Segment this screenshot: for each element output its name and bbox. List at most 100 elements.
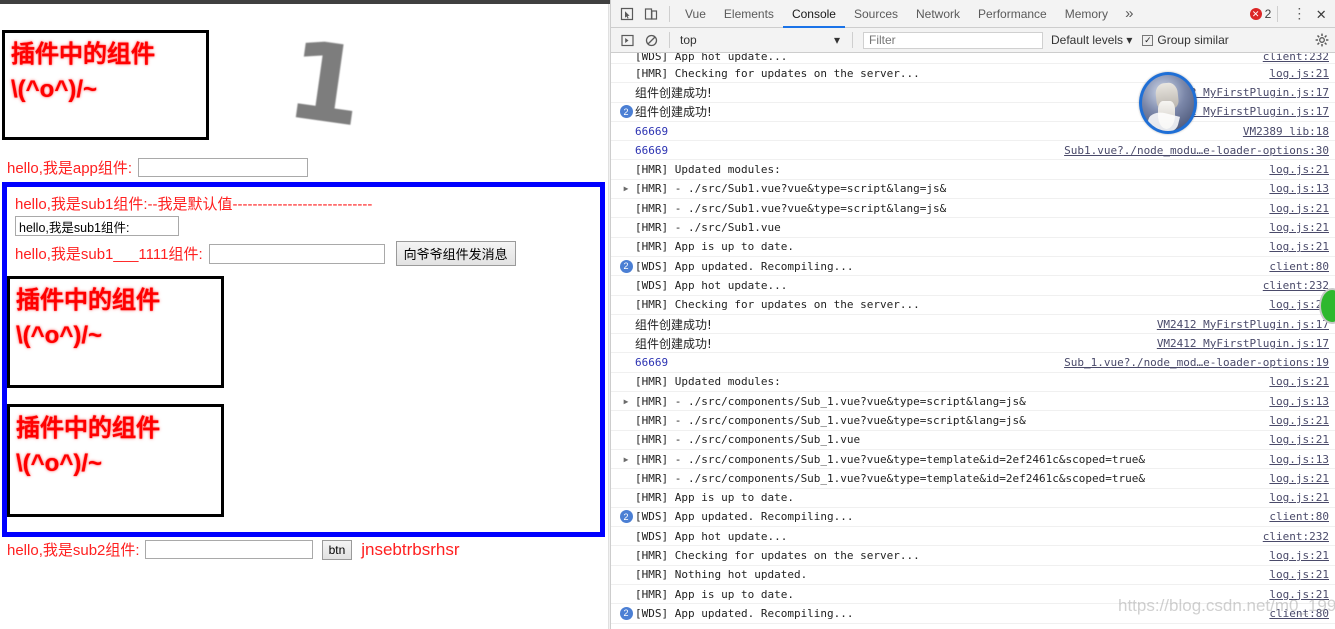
tab-elements[interactable]: Elements	[715, 0, 783, 28]
error-count-badge[interactable]: ✕ 2	[1249, 7, 1272, 21]
console-row[interactable]: [HMR] - ./src/components/Sub_1.vue?vue&t…	[611, 411, 1335, 431]
console-source-link[interactable]: client:232	[1263, 626, 1329, 628]
console-row[interactable]: 组件创建成功! VM2412 MyFirstPlugin.js:17	[611, 83, 1335, 103]
console-source-link[interactable]: client:232	[1263, 53, 1329, 63]
tab-vue[interactable]: Vue	[676, 0, 715, 28]
console-row[interactable]: [HMR] App is up to date. log.js:21	[611, 238, 1335, 257]
device-toolbar-icon[interactable]	[639, 2, 663, 26]
console-row[interactable]: [HMR] - ./src/components/Sub_1.vue log.js…	[611, 431, 1335, 450]
console-row[interactable]: 2 [WDS] App updated. Recompiling... client…	[611, 257, 1335, 277]
gear-icon[interactable]	[1313, 31, 1331, 49]
console-row[interactable]: 组件创建成功! VM2412 MyFirstPlugin.js:17	[611, 334, 1335, 354]
console-row[interactable]: 2 [WDS] App updated. Recompiling... client…	[611, 508, 1335, 528]
page-top-chrome-bar	[0, 0, 610, 4]
tab-network[interactable]: Network	[907, 0, 969, 28]
sub2-input[interactable]	[144, 540, 313, 559]
console-row[interactable]: [HMR] - ./src/components/Sub_1.vue?vue&t…	[611, 469, 1335, 489]
console-message-text: [HMR] - ./src/components/Sub_1.vue?vue&t…	[635, 452, 1145, 466]
console-source-link[interactable]: client:80	[1269, 260, 1329, 273]
console-source-link[interactable]: VM2412 MyFirstPlugin.js:17	[1157, 318, 1329, 331]
group-similar-label: Group similar	[1157, 33, 1229, 47]
console-source-link[interactable]: log.js:21	[1269, 67, 1329, 80]
console-row[interactable]: [HMR] Checking for updates on the server…	[611, 296, 1335, 315]
console-message-list[interactable]: [WDS] App hot update... client:232 [HMR] C…	[611, 53, 1335, 628]
console-source-link[interactable]: log.js:21	[1269, 375, 1329, 388]
console-source-link[interactable]: log.js:13	[1269, 453, 1329, 466]
console-source-link[interactable]: VM2412 MyFirstPlugin.js:17	[1157, 337, 1329, 350]
console-source-link[interactable]: log.js:21	[1269, 163, 1329, 176]
watermark-text: https://blog.csdn.net/m0_1994	[1118, 596, 1335, 615]
clear-console-icon[interactable]	[639, 28, 663, 52]
console-row[interactable]: 66669 VM2389 lib:18	[611, 122, 1335, 142]
console-row[interactable]: [WDS] App hot update...client:232	[611, 527, 1335, 547]
sub1-inner-input[interactable]	[15, 216, 179, 236]
console-source-link[interactable]: log.js:21	[1269, 549, 1329, 562]
console-row[interactable]: ▶ [HMR] - ./src/Sub1.vue?vue&type=script&…	[611, 180, 1335, 200]
console-row[interactable]: [HMR] Updated modules: log.js:21	[611, 373, 1335, 393]
console-source-link[interactable]: log.js:21	[1269, 433, 1329, 446]
console-source-link[interactable]: log.js:21	[1269, 240, 1329, 253]
console-source-link[interactable]: log.js:21	[1269, 491, 1329, 504]
console-message-text: [HMR] - ./src/components/Sub_1.vue?vue&t…	[635, 413, 1026, 427]
expand-arrow-icon[interactable]: ▶	[617, 455, 635, 464]
error-count-label: 2	[1264, 7, 1272, 21]
console-source-link[interactable]: log.js:21	[1269, 221, 1329, 234]
plugin-box-face: \(^o^)/~	[11, 76, 98, 103]
tab-memory[interactable]: Memory	[1056, 0, 1117, 28]
inspect-element-icon[interactable]	[615, 2, 639, 26]
console-message-text: [HMR] Checking for updates on the server…	[635, 298, 920, 312]
console-row[interactable]: 66669 Sub_1.vue?./node_mod…e-loader-optio…	[611, 353, 1335, 373]
console-message-text: [HMR] - ./src/Sub1.vue?vue&type=script&l…	[635, 182, 947, 196]
console-row[interactable]: [HMR] Nothing hot updated. log.js:21	[611, 566, 1335, 586]
console-source-link[interactable]: client:232	[1263, 279, 1329, 292]
console-source-link[interactable]: client:80	[1269, 510, 1329, 523]
tab-sources[interactable]: Sources	[845, 0, 907, 28]
console-row[interactable]: [WDS] App hot update...client:232	[611, 53, 1335, 64]
sub1-component-panel: hello,我是sub1组件:--我是默认值------------------…	[2, 182, 605, 537]
console-source-link[interactable]: VM2389 lib:18	[1243, 125, 1329, 138]
console-row[interactable]: 2 组件创建成功! VM2412 MyFirstPlugin.js:17	[611, 103, 1335, 122]
console-row[interactable]: [HMR] - ./src/Sub1.vue log.js:21	[611, 218, 1335, 238]
console-row[interactable]: ▶ [HMR] - ./src/components/Sub_1.vue?vue&…	[611, 392, 1335, 412]
console-source-link[interactable]: client:232	[1263, 530, 1329, 543]
console-source-link[interactable]: log.js:13	[1269, 395, 1329, 408]
console-row[interactable]: [HMR] App is up to date. log.js:21	[611, 489, 1335, 508]
group-similar-checkbox[interactable]: ✓	[1142, 34, 1154, 46]
repeat-count-badge: 2	[617, 606, 635, 620]
tab-performance[interactable]: Performance	[969, 0, 1056, 28]
console-source-link[interactable]: log.js:21	[1269, 568, 1329, 581]
console-source-link[interactable]: log.js:13	[1269, 182, 1329, 195]
console-source-link[interactable]: Sub_1.vue?./node_mod…e-loader-options:19	[1064, 356, 1329, 369]
tab-console[interactable]: Console	[782, 0, 845, 28]
sub1-message-input[interactable]	[208, 243, 385, 264]
devtools-menu-icon[interactable]: ⋮	[1284, 7, 1314, 21]
console-row[interactable]: [WDS] App hot update...client:232	[611, 624, 1335, 628]
avatar	[1139, 72, 1197, 134]
expand-arrow-icon[interactable]: ▶	[617, 397, 635, 406]
console-row[interactable]: [WDS] App hot update...client:232	[611, 276, 1335, 296]
sub2-btn[interactable]: btn	[321, 539, 353, 560]
console-source-link[interactable]: Sub1.vue?./node_modu…e-loader-options:30	[1064, 144, 1329, 157]
more-tabs-icon[interactable]: »	[1117, 5, 1141, 22]
devtools-tabbar: Vue Elements Console Sources Network Per…	[611, 0, 1335, 28]
console-filter-input[interactable]	[863, 31, 1043, 49]
execution-context-icon[interactable]	[615, 28, 639, 52]
log-levels-select[interactable]: Default levels ▾	[1051, 33, 1132, 47]
app-input[interactable]	[138, 158, 309, 177]
execution-context-select[interactable]: top ▾	[676, 33, 846, 47]
console-row[interactable]: 组件创建成功! VM2412 MyFirstPlugin.js:17	[611, 315, 1335, 335]
console-row[interactable]: ▶ [HMR] - ./src/components/Sub_1.vue?vue&…	[611, 450, 1335, 470]
group-similar-toggle[interactable]: ✓ Group similar	[1142, 33, 1229, 47]
console-row[interactable]: [HMR] Updated modules: log.js:21	[611, 160, 1335, 180]
console-row[interactable]: [HMR] Checking for updates on the server…	[611, 64, 1335, 84]
console-row[interactable]: 66669 Sub1.vue?./node_modu…e-loader-optio…	[611, 141, 1335, 161]
console-source-link[interactable]: log.js:21	[1269, 472, 1329, 485]
console-row[interactable]: [HMR] - ./src/Sub1.vue?vue&type=script&l…	[611, 199, 1335, 219]
console-row[interactable]: [HMR] Checking for updates on the server…	[611, 546, 1335, 566]
console-source-link[interactable]: log.js:21	[1269, 202, 1329, 215]
send-to-grandparent-button[interactable]: 向爷爷组件发消息	[395, 241, 516, 266]
close-icon[interactable]: ✕	[1314, 6, 1333, 22]
expand-arrow-icon[interactable]: ▶	[617, 184, 635, 193]
console-message-text: [HMR] Checking for updates on the server…	[635, 549, 920, 563]
console-source-link[interactable]: log.js:21	[1269, 414, 1329, 427]
